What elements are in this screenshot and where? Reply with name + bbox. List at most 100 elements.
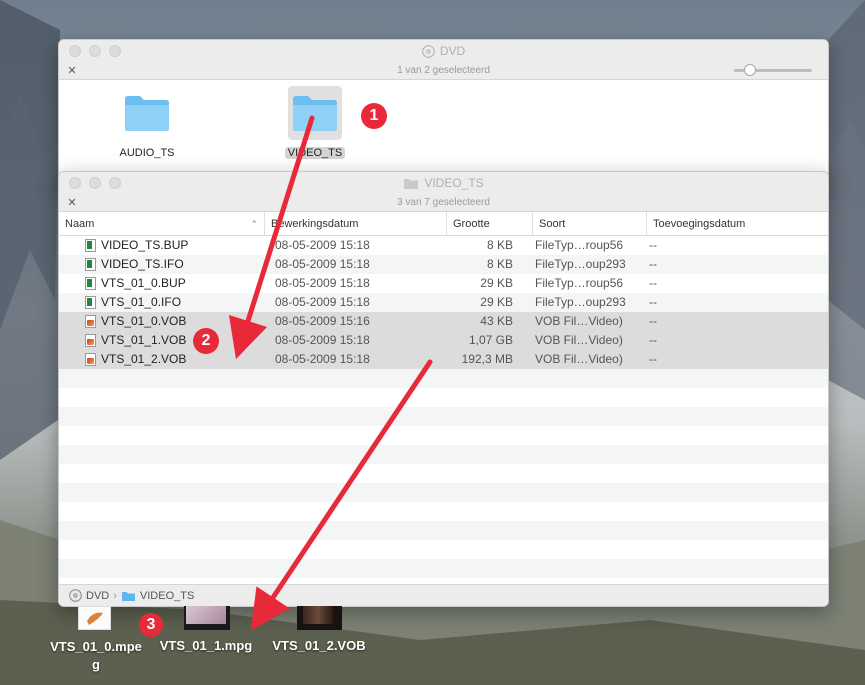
table-row[interactable]: VTS_01_2.VOB 08-05-2009 15:18 192,3 MB VOB …: [59, 350, 828, 369]
cell-added: --: [649, 333, 657, 347]
empty-row: [59, 540, 828, 559]
table-row[interactable]: VTS_01_0.IFO 08-05-2009 15:18 29 KB FileTyp…: [59, 293, 828, 312]
disc-icon: [422, 44, 435, 58]
disc-icon: [69, 589, 82, 602]
cell-name: VIDEO_TS.BUP: [59, 236, 271, 255]
folder-item-video-ts[interactable]: VIDEO_TS: [270, 86, 360, 159]
step-badge-1: 1: [361, 103, 387, 129]
folder-item-audio-ts[interactable]: AUDIO_TS: [102, 86, 192, 159]
cell-size: 43 KB: [480, 314, 513, 328]
path-bar: DVD › VIDEO_TS: [59, 584, 828, 606]
minimize-button[interactable]: [89, 177, 101, 189]
cell-size: 192,3 MB: [461, 352, 513, 366]
cell-kind: VOB Fil…Video): [535, 333, 623, 347]
file-name: VTS_01_0.VOB: [101, 314, 187, 328]
cell-name: VIDEO_TS.IFO: [59, 255, 271, 274]
cell-size: 29 KB: [480, 276, 513, 290]
cell-date: 08-05-2009 15:18: [275, 276, 370, 290]
cell-kind: FileTyp…oup293: [535, 295, 626, 309]
folder-icon: [293, 96, 337, 131]
cell-size: 29 KB: [480, 295, 513, 309]
zoom-button[interactable]: [109, 177, 121, 189]
empty-row: [59, 502, 828, 521]
column-header-date[interactable]: Bewerkingsdatum: [265, 212, 447, 235]
icon-size-slider[interactable]: [734, 64, 812, 76]
video-thumbnail-icon: [87, 612, 103, 625]
vob-icon: [85, 353, 96, 366]
tools-icon[interactable]: ✕: [65, 64, 79, 78]
column-header-size[interactable]: Grootte: [447, 212, 533, 235]
close-button[interactable]: [69, 45, 81, 57]
cell-date: 08-05-2009 15:16: [275, 314, 370, 328]
table-row[interactable]: VTS_01_1.VOB 08-05-2009 15:18 1,07 GB VOB F…: [59, 331, 828, 350]
desktop-file-label[interactable]: VTS_01_0.mpe g: [42, 638, 150, 674]
cell-size: 1,07 GB: [468, 333, 513, 347]
folder-icon: [125, 96, 169, 131]
tools-icon[interactable]: ✕: [65, 196, 79, 210]
cell-name: VTS_01_0.IFO: [59, 293, 271, 312]
column-header-kind[interactable]: Soort: [533, 212, 647, 235]
cell-kind: FileTyp…roup56: [535, 238, 624, 252]
cell-name: VTS_01_0.VOB: [59, 312, 271, 331]
doc-icon: [85, 277, 96, 290]
file-name: VIDEO_TS.BUP: [101, 238, 189, 252]
cell-added: --: [649, 276, 657, 290]
cell-added: --: [649, 352, 657, 366]
close-button[interactable]: [69, 177, 81, 189]
file-name: VTS_01_1.VOB: [101, 333, 187, 347]
cell-name: VTS_01_0.BUP: [59, 274, 271, 293]
file-name: VTS_01_0.IFO: [101, 295, 182, 309]
cell-kind: VOB Fil…Video): [535, 352, 623, 366]
desktop-file-label[interactable]: VTS_01_2.VOB: [265, 638, 373, 653]
dvd-statusbar: ✕ 1 van 2 geselecteerd: [59, 62, 828, 80]
step-badge-2: 2: [193, 328, 219, 354]
dvd-titlebar[interactable]: DVD: [59, 40, 828, 62]
list-header: Naam ⌃ Bewerkingsdatum Grootte Soort Toe…: [59, 212, 828, 236]
folder-label: AUDIO_TS: [119, 147, 175, 159]
vob-icon: [85, 334, 96, 347]
table-row[interactable]: VIDEO_TS.IFO 08-05-2009 15:18 8 KB FileTyp……: [59, 255, 828, 274]
empty-row: [59, 559, 828, 578]
file-list: VIDEO_TS.BUP 08-05-2009 15:18 8 KB FileTyp……: [59, 236, 828, 578]
cell-date: 08-05-2009 15:18: [275, 295, 370, 309]
column-header-added[interactable]: Toevoegingsdatum: [647, 212, 828, 235]
doc-icon: [85, 296, 96, 309]
path-separator: ›: [113, 589, 117, 602]
table-row[interactable]: VTS_01_0.VOB 08-05-2009 15:16 43 KB VOB Fil…: [59, 312, 828, 331]
cell-added: --: [649, 257, 657, 271]
empty-row: [59, 445, 828, 464]
empty-row: [59, 388, 828, 407]
window-controls: [69, 177, 121, 189]
folder-label: VIDEO_TS: [284, 147, 346, 159]
cell-date: 08-05-2009 15:18: [275, 333, 370, 347]
cell-date: 08-05-2009 15:18: [275, 352, 370, 366]
minimize-button[interactable]: [89, 45, 101, 57]
empty-row: [59, 407, 828, 426]
doc-icon: [85, 239, 96, 252]
desktop-file-thumbnail-vob[interactable]: [297, 606, 342, 630]
selection-status: 1 van 2 geselecteerd: [397, 65, 490, 76]
video-ts-window: VIDEO_TS ✕ 3 van 7 geselecteerd Naam ⌃ B…: [58, 171, 829, 607]
video-ts-titlebar[interactable]: VIDEO_TS: [59, 172, 828, 194]
cell-added: --: [649, 295, 657, 309]
empty-row: [59, 369, 828, 388]
column-header-name[interactable]: Naam ⌃: [59, 212, 265, 235]
desktop-file-thumbnail-mpg[interactable]: [184, 606, 230, 630]
slider-knob[interactable]: [744, 64, 756, 76]
sort-chevron-icon: ⌃: [250, 219, 258, 229]
cell-added: --: [649, 314, 657, 328]
selection-status: 3 van 7 geselecteerd: [397, 197, 490, 208]
window-controls: [69, 45, 121, 57]
video-ts-statusbar: ✕ 3 van 7 geselecteerd: [59, 194, 828, 212]
cell-kind: VOB Fil…Video): [535, 314, 623, 328]
desktop-file-label[interactable]: VTS_01_1.mpg: [154, 638, 258, 653]
empty-row: [59, 464, 828, 483]
table-row[interactable]: VTS_01_0.BUP 08-05-2009 15:18 29 KB FileTyp…: [59, 274, 828, 293]
path-folder[interactable]: VIDEO_TS: [140, 590, 194, 602]
path-root[interactable]: DVD: [86, 590, 109, 602]
table-row[interactable]: VIDEO_TS.BUP 08-05-2009 15:18 8 KB FileTyp……: [59, 236, 828, 255]
desktop-file-thumbnail-mpeg[interactable]: [78, 606, 111, 630]
cell-kind: FileTyp…oup293: [535, 257, 626, 271]
zoom-button[interactable]: [109, 45, 121, 57]
folder-icon: [121, 591, 135, 601]
